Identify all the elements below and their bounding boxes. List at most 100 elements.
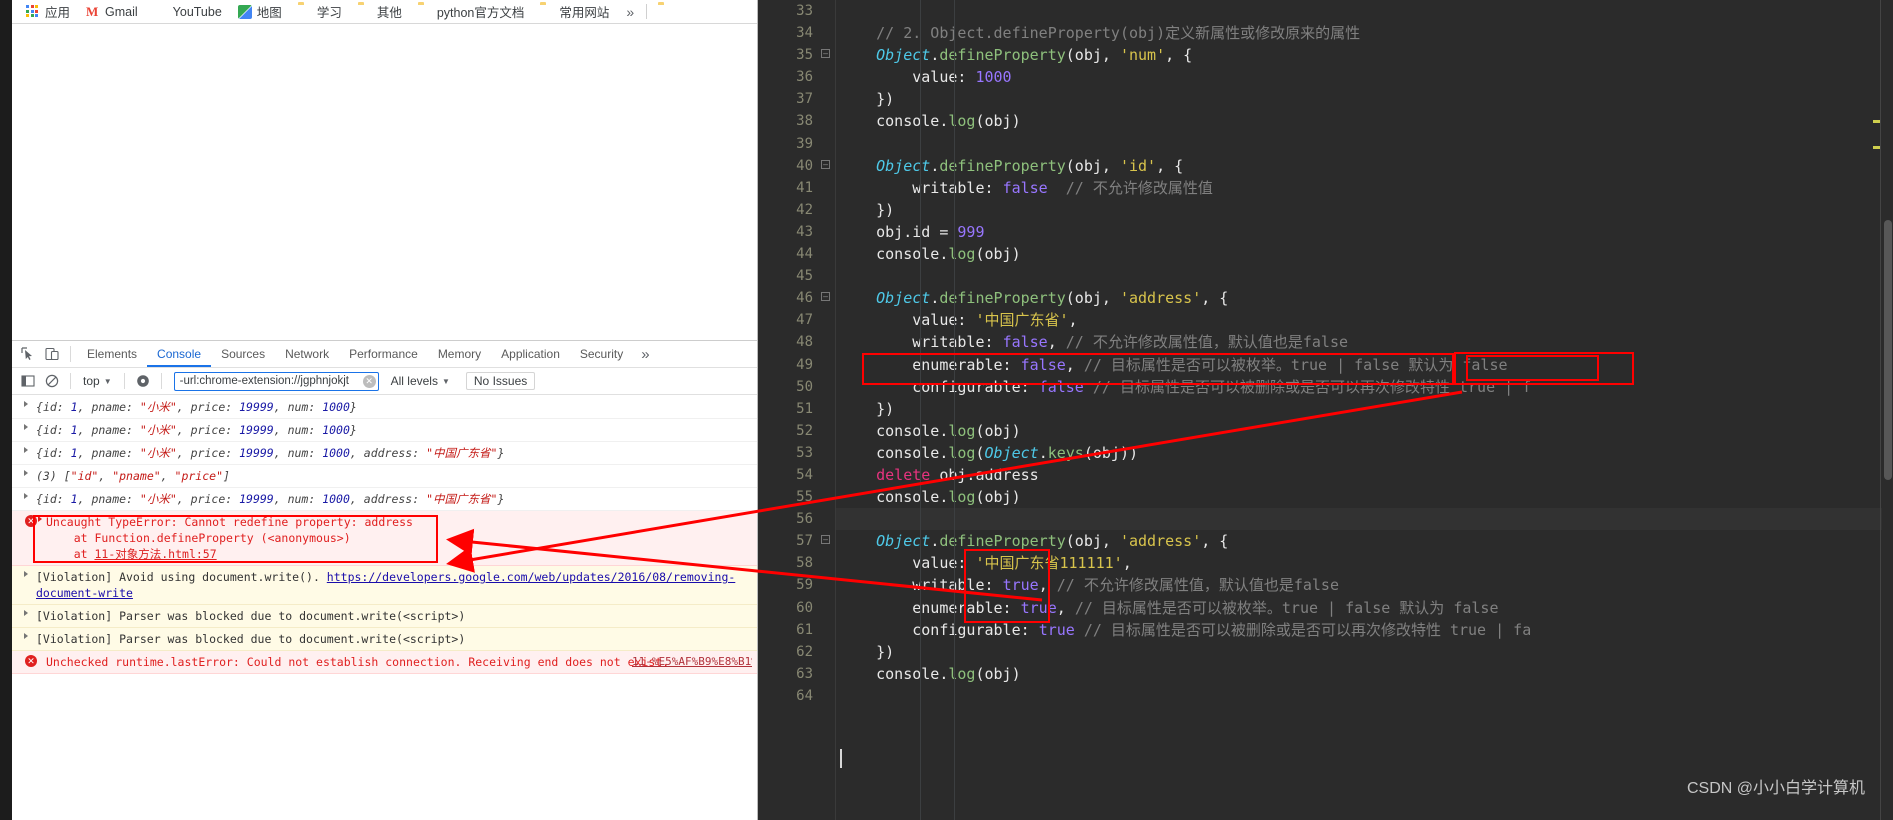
console-log-row[interactable]: (3) ["id", "pname", "price"] — [12, 465, 757, 488]
bookmarks-overflow-icon[interactable]: » — [617, 4, 643, 20]
code-line-36[interactable]: value: 1000 — [836, 66, 1893, 88]
line-number-53[interactable]: 53 — [758, 442, 835, 464]
issues-button[interactable]: No Issues — [465, 372, 536, 390]
code-line-54[interactable]: delete obj.address — [836, 464, 1893, 486]
bookmark-item-5[interactable]: 其他 — [350, 1, 410, 23]
bookmark-item-4[interactable]: 学习 — [290, 1, 350, 23]
bookmark-item-6[interactable]: python官方文档 — [410, 1, 533, 23]
line-number-34[interactable]: 34 — [758, 22, 835, 44]
tab-console[interactable]: Console — [147, 341, 212, 367]
code-line-62[interactable]: }) — [836, 641, 1893, 663]
code-line-49[interactable]: enumerable: false, // 目标属性是否可以被枚举。true |… — [836, 354, 1893, 376]
error-source-link[interactable]: 11-对象方法.html:57 — [94, 547, 216, 561]
code-line-44[interactable]: console.log(obj) — [836, 243, 1893, 265]
code-line-34[interactable]: // 2. Object.defineProperty(obj)定义新属性或修改… — [836, 22, 1893, 44]
console-filter-toolbar[interactable]: top ▼ -url:chrome-extension://jgphnjokjt… — [12, 368, 757, 395]
expand-triangle-icon[interactable] — [24, 493, 28, 499]
code-line-64[interactable] — [836, 685, 1893, 707]
toggle-device-toolbar-icon[interactable] — [40, 342, 64, 366]
line-number-33[interactable]: 33 — [758, 0, 835, 22]
tab-network[interactable]: Network — [275, 341, 339, 367]
tab-elements[interactable]: Elements — [77, 341, 147, 367]
fold-toggle-icon[interactable]: – — [821, 535, 830, 545]
bookmark-item-7[interactable]: 常用网站 — [532, 1, 617, 23]
line-number-58[interactable]: 58 — [758, 552, 835, 574]
bookmarks-bar[interactable]: 应用 M Gmail YouTube 地图 学习 其他 python官方文档 常用网站 » — [12, 0, 757, 24]
fold-toggle-icon[interactable]: – — [821, 159, 830, 169]
console-warning-row[interactable]: [Violation] Avoid using document.write()… — [12, 566, 757, 605]
line-number-52[interactable]: 52 — [758, 420, 835, 442]
code-line-48[interactable]: writable: false, // 不允许修改属性值，默认值也是false — [836, 331, 1893, 353]
console-error-row[interactable]: ✕ Uncaught TypeError: Cannot redefine pro… — [12, 511, 757, 566]
code-line-35[interactable]: Object.defineProperty(obj, 'num', { — [836, 44, 1893, 66]
console-log-row[interactable]: {id: 1, pname: "小米", price: 19999, num: … — [12, 419, 757, 442]
code-line-37[interactable]: }) — [836, 88, 1893, 110]
line-number-44[interactable]: 44 — [758, 243, 835, 265]
expand-triangle-icon[interactable] — [38, 516, 42, 522]
line-number-39[interactable]: 39 — [758, 133, 835, 155]
tab-performance[interactable]: Performance — [339, 341, 428, 367]
line-number-56[interactable]: 56 — [758, 508, 835, 530]
tab-sources[interactable]: Sources — [211, 341, 275, 367]
line-number-35[interactable]: 35– — [758, 44, 835, 66]
line-number-41[interactable]: 41 — [758, 177, 835, 199]
editor-line-number-gutter[interactable]: 33 34 35–36 37 38 39 40–41 42 43 44 45 46–47 48 49 50 5… — [758, 0, 836, 820]
line-number-59[interactable]: 59 — [758, 574, 835, 596]
code-line-45[interactable] — [836, 265, 1893, 287]
code-line-57[interactable]: Object.defineProperty(obj, 'address', { — [836, 530, 1893, 552]
console-sidebar-icon[interactable] — [16, 369, 40, 393]
line-number-43[interactable]: 43 — [758, 221, 835, 243]
line-number-63[interactable]: 63 — [758, 663, 835, 685]
bookmark-item-3[interactable]: 地图 — [230, 1, 290, 23]
console-log-row[interactable]: {id: 1, pname: "小米", price: 19999, num: … — [12, 442, 757, 465]
bookmark-item-0[interactable]: 应用 — [18, 1, 78, 23]
line-number-50[interactable]: 50 — [758, 376, 835, 398]
line-number-49[interactable]: 49 — [758, 354, 835, 376]
bookmark-item-1[interactable]: M Gmail — [78, 1, 146, 23]
console-log-row[interactable]: {id: 1, pname: "小米", price: 19999, num: … — [12, 488, 757, 511]
console-error-row[interactable]: ✕ Unchecked runtime.lastError: Could not … — [12, 651, 757, 674]
expand-triangle-icon[interactable] — [24, 424, 28, 430]
code-line-53[interactable]: console.log(Object.keys(obj)) — [836, 442, 1893, 464]
line-number-51[interactable]: 51 — [758, 398, 835, 420]
tab-memory[interactable]: Memory — [428, 341, 491, 367]
line-number-57[interactable]: 57– — [758, 530, 835, 552]
line-number-40[interactable]: 40– — [758, 155, 835, 177]
error-source-link-right[interactable]: 11-%E5%AF%B9%E8%B1%A1... — [632, 654, 752, 670]
line-number-54[interactable]: 54 — [758, 464, 835, 486]
code-line-59[interactable]: writable: true, // 不允许修改属性值，默认值也是false — [836, 574, 1893, 596]
tab-application[interactable]: Application — [491, 341, 570, 367]
console-warning-row[interactable]: [Violation] Parser was blocked due to do… — [12, 605, 757, 628]
expand-triangle-icon[interactable] — [24, 571, 28, 577]
clear-console-icon[interactable] — [40, 369, 64, 393]
fold-toggle-icon[interactable]: – — [821, 49, 830, 59]
fold-toggle-icon[interactable]: – — [821, 292, 830, 302]
inspect-element-icon[interactable] — [16, 342, 40, 366]
devtools-tabs[interactable]: Elements Console Sources Network Performance… — [77, 341, 633, 367]
code-line-41[interactable]: writable: false // 不允许修改属性值 — [836, 177, 1893, 199]
line-number-42[interactable]: 42 — [758, 199, 835, 221]
code-editor-pane[interactable]: 33 34 35–36 37 38 39 40–41 42 43 44 45 46–47 48 49 50 5… — [758, 0, 1893, 820]
expand-triangle-icon[interactable] — [24, 470, 28, 476]
code-line-58[interactable]: value: '中国广东省111111', — [836, 552, 1893, 574]
log-levels-select[interactable]: All levels ▼ — [385, 374, 456, 388]
execution-context-select[interactable]: top ▼ — [77, 374, 118, 388]
bookmark-item-2[interactable]: YouTube — [146, 1, 230, 23]
console-filter-input[interactable]: -url:chrome-extension://jgphnjokjt ✕ — [173, 371, 379, 391]
line-number-36[interactable]: 36 — [758, 66, 835, 88]
code-line-56[interactable] — [836, 508, 1893, 531]
expand-triangle-icon[interactable] — [24, 633, 28, 639]
devtools-tabbar[interactable]: Elements Console Sources Network Performance… — [12, 341, 757, 368]
bookmark-item-overflow-folder[interactable] — [650, 1, 680, 23]
tab-security[interactable]: Security — [570, 341, 633, 367]
code-line-42[interactable]: }) — [836, 199, 1893, 221]
line-number-38[interactable]: 38 — [758, 110, 835, 132]
line-number-37[interactable]: 37 — [758, 88, 835, 110]
code-line-38[interactable]: console.log(obj) — [836, 110, 1893, 132]
line-number-62[interactable]: 62 — [758, 641, 835, 663]
code-line-47[interactable]: value: '中国广东省', — [836, 309, 1893, 331]
more-tabs-icon[interactable]: » — [633, 346, 657, 363]
editor-scrollbar-track[interactable] — [1882, 0, 1893, 820]
code-line-43[interactable]: obj.id = 999 — [836, 221, 1893, 243]
console-warning-row[interactable]: [Violation] Parser was blocked due to do… — [12, 628, 757, 651]
